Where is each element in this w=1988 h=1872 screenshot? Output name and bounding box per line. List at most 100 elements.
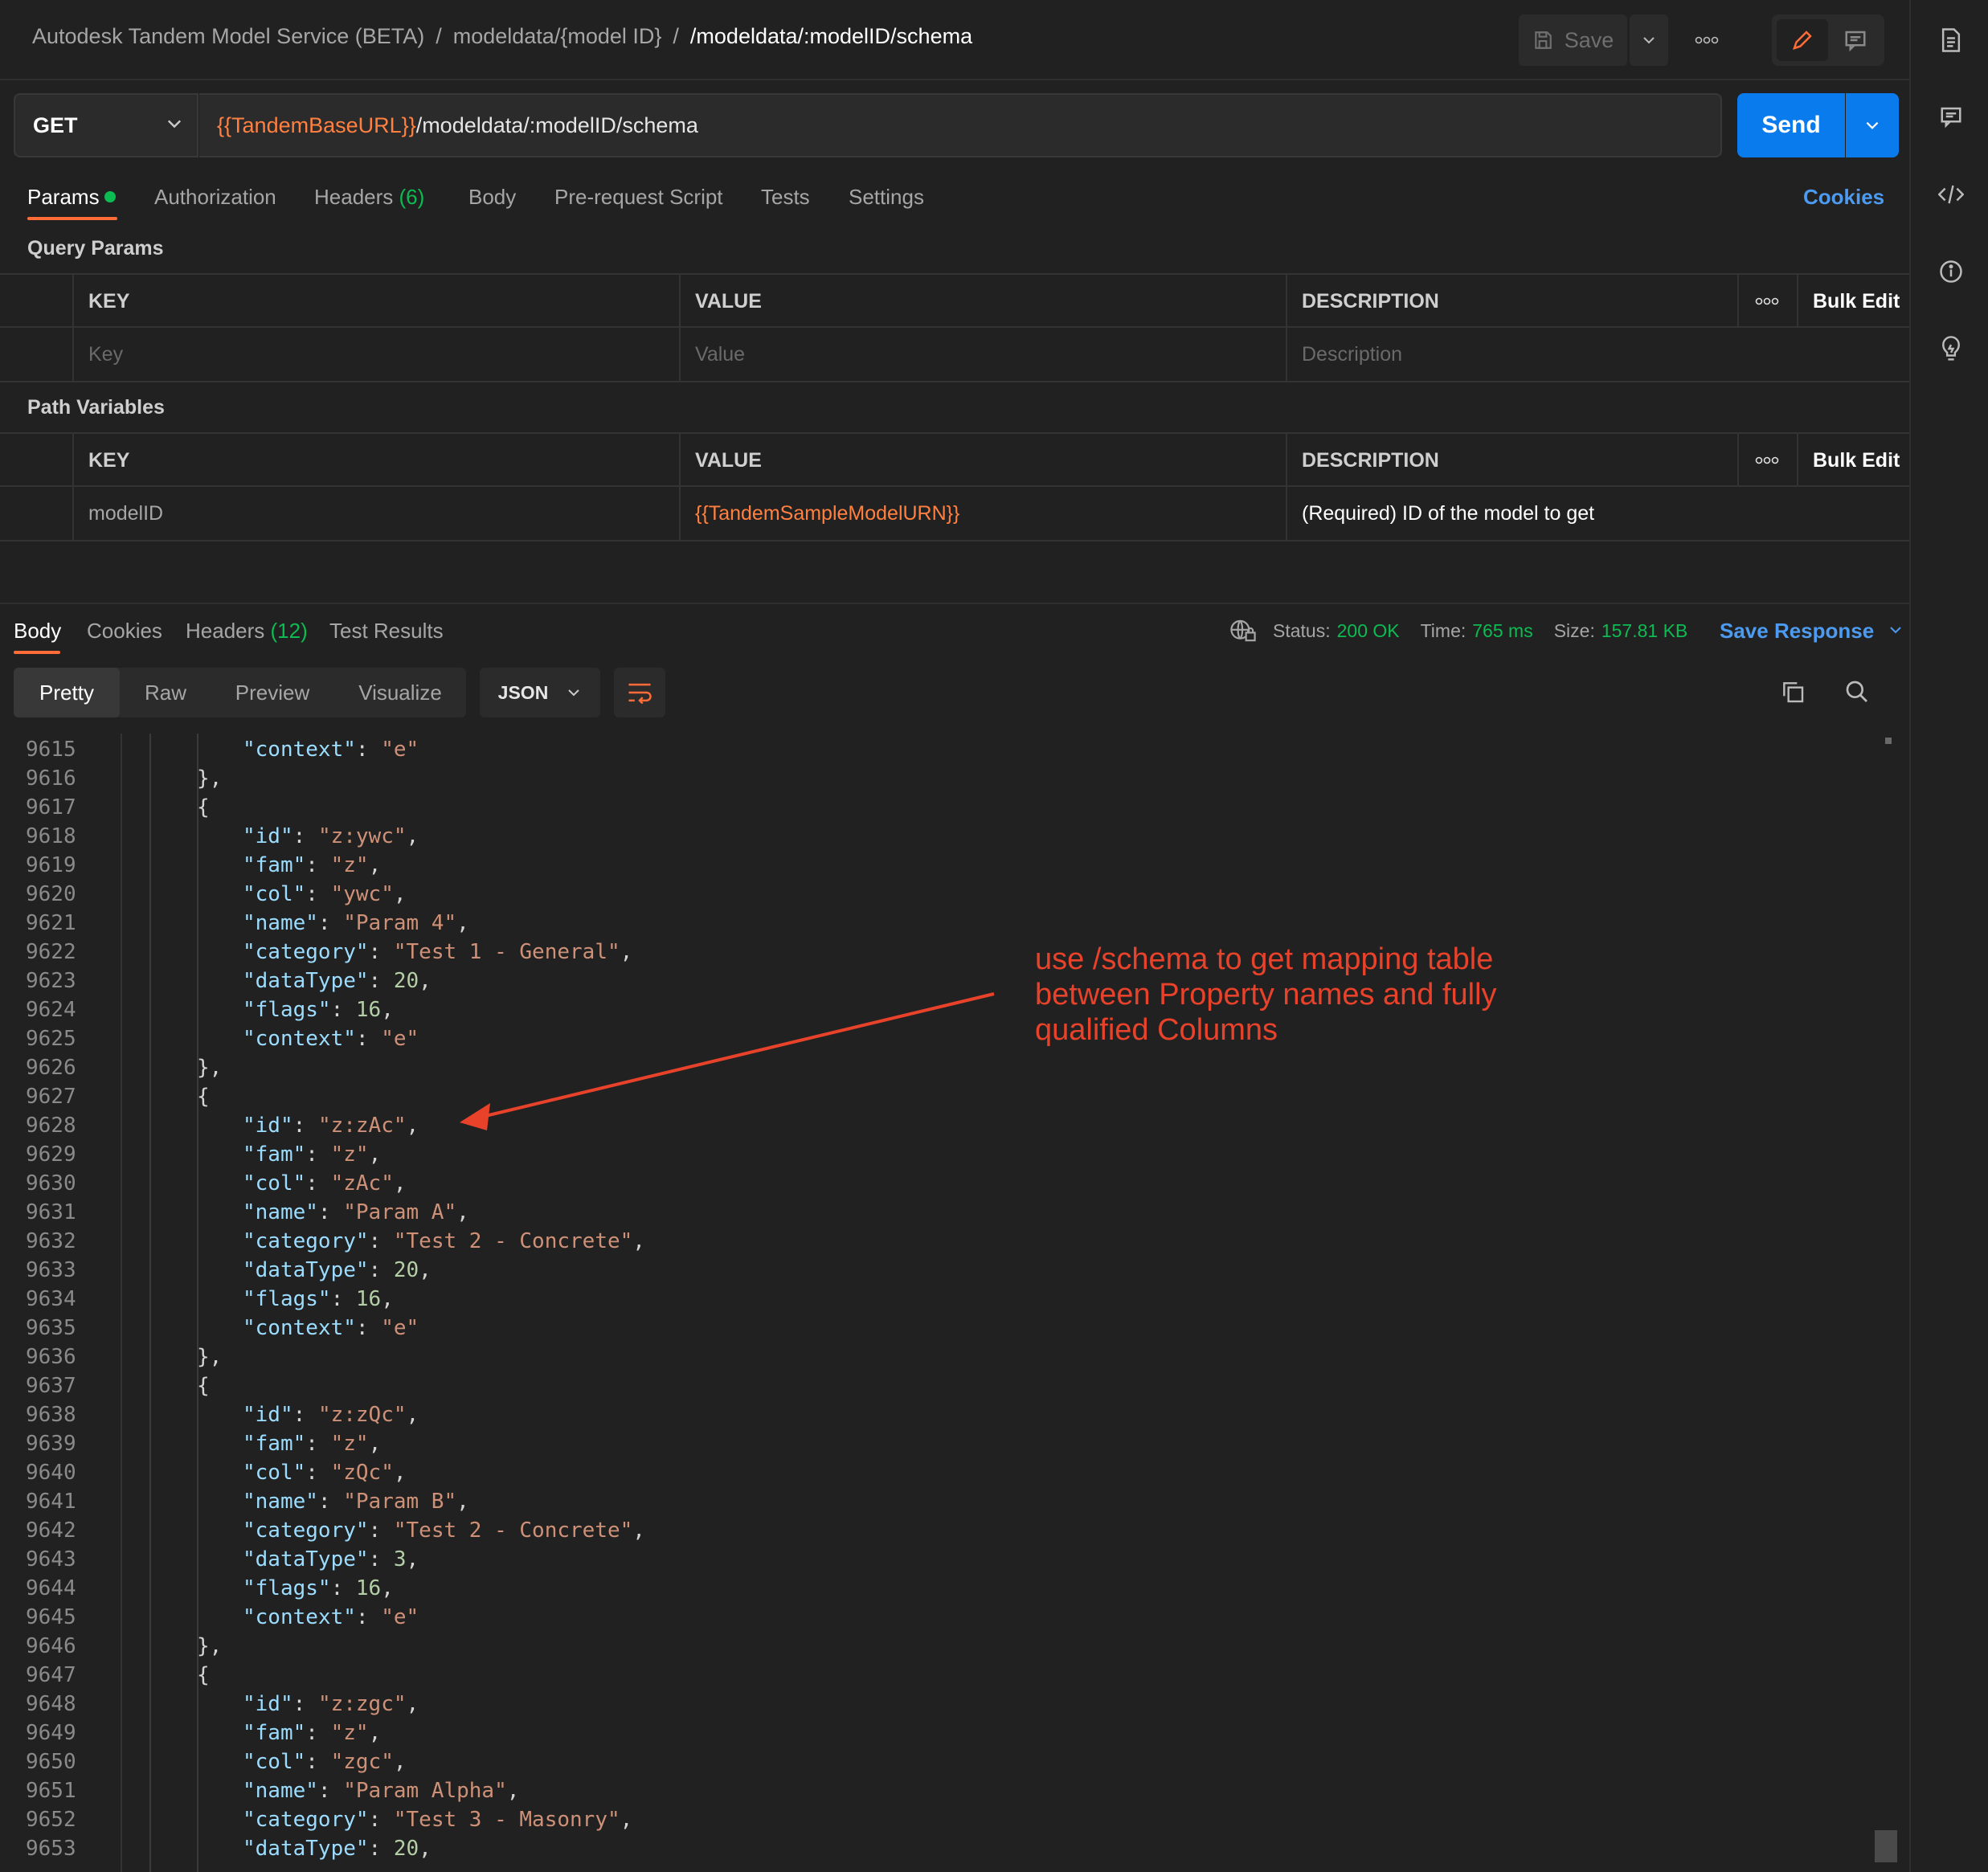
column-options-button[interactable] <box>1737 275 1797 328</box>
value-input[interactable]: Value <box>679 328 1286 381</box>
tab-tests[interactable]: Tests <box>761 185 810 210</box>
code-text: "name": "Param B", <box>243 1487 469 1516</box>
response-tab-headers[interactable]: Headers (12) <box>186 619 308 644</box>
json-punctuation: : <box>292 1114 318 1138</box>
globe-lock-icon[interactable] <box>1229 619 1257 643</box>
line-number: 9643 <box>26 1547 76 1572</box>
json-key: "flags" <box>243 1287 331 1311</box>
json-key: "id" <box>243 1403 293 1427</box>
code-text: "col": "zgc", <box>243 1747 407 1776</box>
response-tab-test-results[interactable]: Test Results <box>329 619 444 644</box>
documentation-icon[interactable] <box>1937 26 1966 55</box>
response-divider[interactable] <box>0 603 1909 604</box>
response-tab-body[interactable]: Body <box>14 619 61 644</box>
view-visualize-button[interactable]: Visualize <box>344 668 456 717</box>
copy-icon[interactable] <box>1780 679 1806 705</box>
breadcrumb-folder[interactable]: modeldata/{model ID} <box>453 24 662 48</box>
info-icon[interactable] <box>1937 257 1966 286</box>
comment-mode-button[interactable] <box>1830 19 1881 61</box>
status-value[interactable]: 200 OK <box>1337 620 1400 642</box>
cookies-link[interactable]: Cookies <box>1803 185 1884 210</box>
code-icon[interactable] <box>1937 180 1966 209</box>
code-line: 9632 "category": "Test 2 - Concrete", <box>14 1227 1862 1256</box>
code-text: "category": "Test 1 - General", <box>243 938 632 967</box>
editor-scrollbar-thumb[interactable] <box>1875 1830 1897 1862</box>
json-punctuation: : <box>368 1258 394 1282</box>
view-preview-button[interactable]: Preview <box>219 668 326 717</box>
save-button[interactable]: Save <box>1519 14 1627 66</box>
save-response-button[interactable]: Save Response <box>1720 619 1904 644</box>
json-punctuation: : <box>292 1692 318 1716</box>
lightbulb-icon[interactable] <box>1937 334 1966 363</box>
line-number: 9629 <box>26 1142 76 1167</box>
save-options-button[interactable] <box>1630 14 1668 66</box>
code-line: 9648 "id": "z:zgc", <box>14 1690 1862 1719</box>
comments-icon[interactable] <box>1937 102 1966 131</box>
response-tab-cookies[interactable]: Cookies <box>87 619 162 644</box>
size-value[interactable]: 157.81 KB <box>1601 620 1687 642</box>
send-button[interactable]: Send <box>1737 93 1845 157</box>
line-number: 9648 <box>26 1692 76 1716</box>
table-header-row: KEY VALUE DESCRIPTION Bulk Edit <box>0 273 1909 328</box>
json-punctuation: }, <box>197 766 223 791</box>
json-key: "flags" <box>243 1576 331 1600</box>
code-text: "id": "z:zQc", <box>243 1400 419 1429</box>
json-string: "Test 3 - Masonry" <box>393 1808 620 1832</box>
json-punctuation: : <box>317 911 344 935</box>
json-key: "fam" <box>243 853 306 877</box>
line-number: 9646 <box>26 1634 76 1658</box>
code-line: 9635 "context": "e" <box>14 1314 1862 1343</box>
column-options-button[interactable] <box>1737 434 1797 487</box>
code-text: { <box>197 793 210 822</box>
view-raw-button[interactable]: Raw <box>122 668 209 717</box>
tab-settings[interactable]: Settings <box>849 185 924 210</box>
json-punctuation: : <box>305 1461 331 1485</box>
more-actions-button[interactable] <box>1687 14 1726 66</box>
bulk-edit-button[interactable]: Bulk Edit <box>1797 275 1909 328</box>
json-punctuation: : <box>317 1200 344 1224</box>
wrap-lines-button[interactable] <box>614 668 665 717</box>
edit-mode-button[interactable] <box>1777 19 1828 61</box>
value-input[interactable]: {{TandemSampleModelURN}} <box>679 487 1286 540</box>
response-tab-underline <box>14 651 60 654</box>
tab-body[interactable]: Body <box>468 185 516 210</box>
tab-headers[interactable]: Headers (6) <box>314 185 424 210</box>
code-line: 9629 "fam": "z", <box>14 1140 1862 1169</box>
tab-authorization[interactable]: Authorization <box>154 185 276 210</box>
comment-icon <box>1845 31 1866 52</box>
code-line: 9646}, <box>14 1632 1862 1661</box>
breadcrumb-collection[interactable]: Autodesk Tandem Model Service (BETA) <box>32 24 424 48</box>
time-value[interactable]: 765 ms <box>1472 620 1532 642</box>
json-punctuation: : <box>368 1229 394 1253</box>
json-punctuation: , <box>393 1461 407 1485</box>
response-code-editor[interactable]: 9615 "context": "e" 9616}, 9617{9618 "id": "… <box>14 734 1886 1872</box>
description-input[interactable]: Description <box>1286 328 1909 381</box>
json-punctuation: , <box>620 940 633 964</box>
ellipsis-icon <box>1755 297 1779 305</box>
json-string: "Param B" <box>343 1490 457 1514</box>
send-options-button[interactable] <box>1846 93 1899 157</box>
code-text: "category": "Test 3 - Masonry", <box>243 1805 632 1834</box>
search-icon[interactable] <box>1844 679 1870 705</box>
json-number: 16 <box>355 1287 382 1311</box>
key-input[interactable]: modelID <box>72 487 680 540</box>
key-input[interactable]: Key <box>72 328 680 381</box>
url-input[interactable]: {{TandemBaseURL}}/modeldata/:modelID/sch… <box>199 93 1722 157</box>
json-string: "Param Alpha" <box>343 1779 507 1803</box>
tab-prerequest-script[interactable]: Pre-request Script <box>554 185 723 210</box>
line-number: 9622 <box>26 940 76 964</box>
code-line: 9643 "dataType": 3, <box>14 1545 1862 1574</box>
method-value: GET <box>33 112 78 137</box>
description-input[interactable]: (Required) ID of the model to get <box>1286 487 1909 540</box>
json-punctuation: : <box>305 1142 331 1167</box>
format-select[interactable]: JSON <box>480 668 600 717</box>
json-punctuation: , <box>393 1171 407 1196</box>
code-text: "context": "e" <box>243 1024 419 1053</box>
json-punctuation: , <box>368 1721 382 1745</box>
breadcrumb-request[interactable]: /modeldata/:modelID/schema <box>690 24 972 48</box>
code-text: }, <box>197 764 222 793</box>
code-line: 9637 { <box>14 1371 1862 1400</box>
bulk-edit-button[interactable]: Bulk Edit <box>1797 434 1909 487</box>
view-pretty-button[interactable]: Pretty <box>14 668 120 717</box>
tab-params[interactable]: Params <box>27 185 100 210</box>
